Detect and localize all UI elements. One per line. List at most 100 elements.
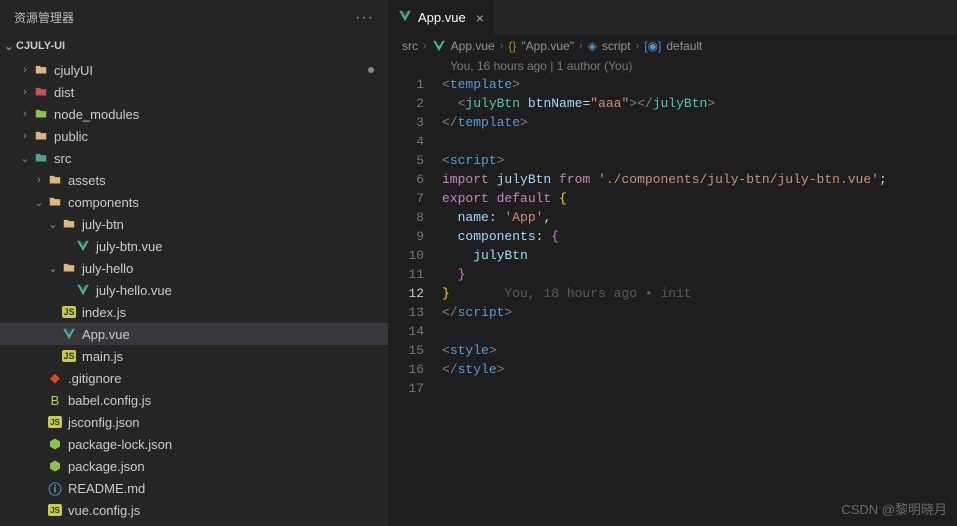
- chevron-icon: ⌄: [32, 196, 46, 209]
- project-name-row[interactable]: ⌄ CJULY-UI: [0, 35, 388, 57]
- tree-item-label: cjulyUI: [54, 63, 93, 78]
- tree-item-README-md[interactable]: ⓘ README.md: [0, 477, 388, 499]
- tree-item-assets[interactable]: › assets: [0, 169, 388, 191]
- chevron-down-icon: ⌄: [2, 40, 16, 53]
- tree-item-dist[interactable]: ›dist: [0, 81, 388, 103]
- cube-icon: ◈: [588, 39, 597, 53]
- tree-item-cjulyUI[interactable]: › cjulyUI: [0, 59, 388, 81]
- tree-item-label: App.vue: [82, 327, 130, 342]
- tree-item-july-btn-vue[interactable]: july-btn.vue: [0, 235, 388, 257]
- tree-item-package-lock-json[interactable]: package-lock.json: [0, 433, 388, 455]
- codelens-author[interactable]: You, 16 hours ago | 1 author (You): [388, 57, 957, 75]
- folder-icon: [32, 85, 50, 99]
- modified-dot-icon: [368, 67, 374, 73]
- close-icon[interactable]: ×: [476, 10, 484, 26]
- folder-icon: [32, 107, 50, 121]
- code-editor[interactable]: 1<template> 2 <julyBtn btnName="aaa"></j…: [388, 75, 957, 526]
- babel-icon: B: [46, 393, 64, 408]
- tab-label: App.vue: [418, 10, 466, 25]
- vue-icon: [74, 239, 92, 253]
- js-icon: JS: [60, 306, 78, 318]
- tree-item-label: src: [54, 151, 71, 166]
- js-icon: JS: [60, 350, 78, 362]
- tree-item-label: components: [68, 195, 139, 210]
- tree-item-label: node_modules: [54, 107, 139, 122]
- folder-icon: [32, 63, 50, 77]
- chevron-icon: ⌄: [46, 262, 60, 275]
- project-name: CJULY-UI: [16, 40, 65, 52]
- tree-item-label: july-btn: [82, 217, 124, 232]
- tree-item-label: jsconfig.json: [68, 415, 140, 430]
- tree-item-babel-config-js[interactable]: Bbabel.config.js: [0, 389, 388, 411]
- breadcrumb[interactable]: src › App.vue › {} "App.vue" › ◈ script …: [388, 35, 957, 57]
- editor-pane: App.vue × src › App.vue › {} "App.vue" ›…: [388, 0, 957, 526]
- tree-item-vue-config-js[interactable]: JS vue.config.js: [0, 499, 388, 521]
- tab-app-vue[interactable]: App.vue ×: [388, 0, 494, 35]
- more-icon[interactable]: ···: [355, 9, 374, 27]
- chevron-icon: ⌄: [18, 152, 32, 165]
- tree-item-label: .gitignore: [68, 371, 121, 386]
- tab-bar: App.vue ×: [388, 0, 957, 35]
- tree-item-label: assets: [68, 173, 106, 188]
- folder-icon: [60, 217, 78, 231]
- tree-item-label: public: [54, 129, 88, 144]
- tree-item-node_modules[interactable]: › node_modules: [0, 103, 388, 125]
- tree-item-july-hello-vue[interactable]: july-hello.vue: [0, 279, 388, 301]
- tree-item-label: index.js: [82, 305, 126, 320]
- vue-icon: [432, 39, 446, 53]
- folder-icon: [46, 173, 64, 187]
- tree-item-package-json[interactable]: package.json: [0, 455, 388, 477]
- chevron-right-icon: ›: [423, 40, 427, 52]
- json-icon: JS: [46, 416, 64, 428]
- git-icon: ◆: [46, 370, 64, 386]
- tree-item-label: README.md: [68, 481, 145, 496]
- tree-item-index-js[interactable]: JS index.js: [0, 301, 388, 323]
- explorer-header: 资源管理器 ···: [0, 0, 388, 35]
- chevron-icon: ›: [18, 86, 32, 98]
- tree-item-src[interactable]: ⌄ src: [0, 147, 388, 169]
- tree-item-jsconfig-json[interactable]: JS jsconfig.json: [0, 411, 388, 433]
- tree-item-public[interactable]: › public: [0, 125, 388, 147]
- file-tree: ›cjulyUI›dist›node_modules›public⌄src›as…: [0, 57, 388, 526]
- folder-icon: [32, 151, 50, 165]
- folder-icon: [60, 261, 78, 275]
- vue-icon: [60, 327, 78, 341]
- chevron-icon: ›: [18, 64, 32, 76]
- vue-icon: [398, 9, 412, 26]
- chevron-right-icon: ›: [500, 40, 504, 52]
- tree-item-july-btn[interactable]: ⌄ july-btn: [0, 213, 388, 235]
- tree-item-july-hello[interactable]: ⌄ july-hello: [0, 257, 388, 279]
- tree-item--gitignore[interactable]: ◆ .gitignore: [0, 367, 388, 389]
- symbol-icon: [◉]: [644, 39, 661, 53]
- bc-default[interactable]: default: [666, 39, 702, 53]
- file-explorer: 资源管理器 ··· ⌄ CJULY-UI ›cjulyUI›dist›node_…: [0, 0, 388, 526]
- tree-item-main-js[interactable]: JS main.js: [0, 345, 388, 367]
- chevron-icon: ›: [32, 174, 46, 186]
- chevron-icon: ⌄: [46, 218, 60, 231]
- json-icon: JS: [46, 504, 64, 516]
- tree-item-App-vue[interactable]: App.vue: [0, 323, 388, 345]
- tree-item-label: main.js: [82, 349, 123, 364]
- pkg-icon: [46, 459, 64, 473]
- folder-icon: [46, 195, 64, 209]
- chevron-icon: ›: [18, 130, 32, 142]
- chevron-right-icon: ›: [579, 40, 583, 52]
- info-icon: ⓘ: [46, 479, 64, 498]
- bc-src[interactable]: src: [402, 39, 418, 53]
- chevron-icon: ›: [18, 108, 32, 120]
- pkg-icon: [46, 437, 64, 451]
- bc-scope[interactable]: "App.vue": [521, 39, 574, 53]
- explorer-title: 资源管理器: [14, 9, 74, 26]
- tree-item-label: july-hello.vue: [96, 283, 172, 298]
- tree-item-components[interactable]: ⌄ components: [0, 191, 388, 213]
- folder-icon: [32, 129, 50, 143]
- braces-icon: {}: [508, 39, 516, 53]
- chevron-right-icon: ›: [636, 40, 640, 52]
- tree-item-label: vue.config.js: [68, 503, 140, 518]
- tree-item-label: babel.config.js: [68, 393, 151, 408]
- bc-file[interactable]: App.vue: [451, 39, 495, 53]
- tree-item-label: july-hello: [82, 261, 133, 276]
- tree-item-label: package.json: [68, 459, 145, 474]
- bc-script[interactable]: script: [602, 39, 631, 53]
- vue-icon: [74, 283, 92, 297]
